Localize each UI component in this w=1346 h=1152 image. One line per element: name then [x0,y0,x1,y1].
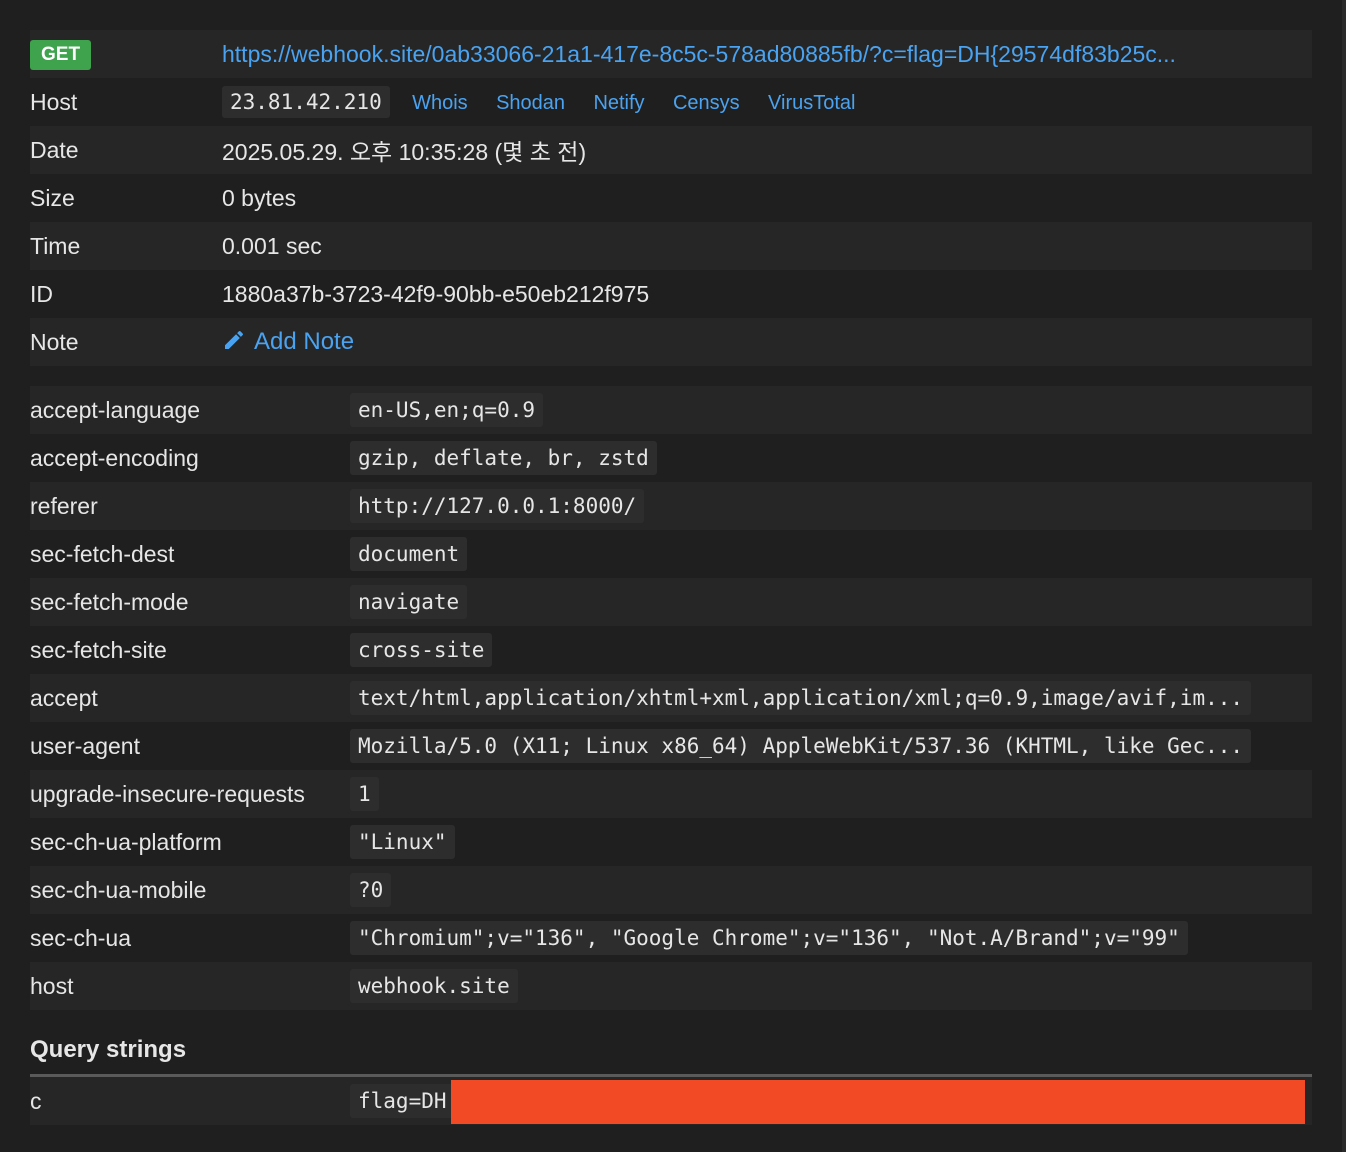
header-key: sec-ch-ua-platform [30,818,350,866]
header-key: referer [30,482,350,530]
meta-key: Host [30,78,222,126]
query-strings-heading: Query strings [30,1036,1312,1077]
meta-value: 1880a37b-3723-42f9-90bb-e50eb212f975 [222,270,1312,318]
pencil-icon [225,330,244,349]
netify-link[interactable]: Netify [593,92,644,114]
header-row: user-agent Mozilla/5.0 (X11; Linux x86_6… [30,722,1312,770]
request-details-panel: GET https://webhook.site/0ab33066-21a1-4… [30,30,1312,1125]
header-key: sec-ch-ua [30,914,350,962]
header-value: cross-site [350,633,493,667]
meta-key: Date [30,126,222,174]
header-key: accept-language [30,386,350,434]
query-value: flag=DH [350,1084,455,1118]
header-row: accept-language en-US,en;q=0.9 [30,386,1312,434]
meta-value: 0.001 sec [222,222,1312,270]
query-key: c [30,1077,350,1125]
header-value: document [350,537,468,571]
meta-row-host: Host 23.81.42.210 Whois Shodan Netify Ce… [30,78,1312,126]
header-value: "Chromium";v="136", "Google Chrome";v="1… [350,921,1188,955]
header-row: sec-ch-ua "Chromium";v="136", "Google Ch… [30,914,1312,962]
meta-key: Time [30,222,222,270]
meta-value: 2025.05.29. 오후 10:35:28 (몇 초 전) [222,126,1312,174]
request-url-link[interactable]: https://webhook.site/0ab33066-21a1-417e-… [222,41,1312,68]
meta-row-time: Time 0.001 sec [30,222,1312,270]
header-key: accept [30,674,350,722]
host-ip: 23.81.42.210 [222,86,390,118]
header-key: host [30,962,350,1010]
meta-row-size: Size 0 bytes [30,174,1312,222]
header-value: navigate [350,585,468,619]
header-row: sec-ch-ua-mobile ?0 [30,866,1312,914]
header-row: accept text/html,application/xhtml+xml,a… [30,674,1312,722]
request-meta-table: GET https://webhook.site/0ab33066-21a1-4… [30,30,1312,366]
header-key: sec-fetch-site [30,626,350,674]
header-value: webhook.site [350,969,518,1003]
header-key: sec-fetch-mode [30,578,350,626]
redaction-box [451,1080,1305,1124]
whois-link[interactable]: Whois [412,92,468,114]
meta-row-id: ID 1880a37b-3723-42f9-90bb-e50eb212f975 [30,270,1312,318]
header-key: accept-encoding [30,434,350,482]
header-value: http://127.0.0.1:8000/ [350,489,645,523]
shodan-link[interactable]: Shodan [496,92,565,114]
request-line-row: GET https://webhook.site/0ab33066-21a1-4… [30,30,1312,78]
header-value: gzip, deflate, br, zstd [350,441,657,475]
header-row: sec-ch-ua-platform "Linux" [30,818,1312,866]
meta-key: ID [30,270,222,318]
panel-right-edge [1342,0,1346,1152]
header-key: user-agent [30,722,350,770]
header-value: en-US,en;q=0.9 [350,393,544,427]
request-headers-table: accept-language en-US,en;q=0.9 accept-en… [30,386,1312,1010]
header-row: referer http://127.0.0.1:8000/ [30,482,1312,530]
censys-link[interactable]: Censys [673,92,740,114]
meta-row-note: Note Add Note [30,318,1312,366]
header-row: accept-encoding gzip, deflate, br, zstd [30,434,1312,482]
meta-key: Size [30,174,222,222]
header-row: sec-fetch-site cross-site [30,626,1312,674]
meta-value: 0 bytes [222,174,1312,222]
header-value: 1 [350,777,379,811]
add-note-button[interactable]: Add Note [222,328,354,355]
header-value: "Linux" [350,825,455,859]
header-key: upgrade-insecure-requests [30,770,350,818]
header-key: sec-fetch-dest [30,530,350,578]
header-row: host webhook.site [30,962,1312,1010]
virustotal-link[interactable]: VirusTotal [768,92,855,114]
header-row: upgrade-insecure-requests 1 [30,770,1312,818]
header-value: ?0 [350,873,392,907]
header-key: sec-ch-ua-mobile [30,866,350,914]
header-row: sec-fetch-mode navigate [30,578,1312,626]
header-value: Mozilla/5.0 (X11; Linux x86_64) AppleWeb… [350,729,1252,763]
meta-key: Note [30,318,222,366]
header-row: sec-fetch-dest document [30,530,1312,578]
add-note-label: Add Note [254,328,355,355]
header-value: text/html,application/xhtml+xml,applicat… [350,681,1252,715]
method-badge: GET [30,39,92,70]
meta-row-date: Date 2025.05.29. 오후 10:35:28 (몇 초 전) [30,126,1312,174]
